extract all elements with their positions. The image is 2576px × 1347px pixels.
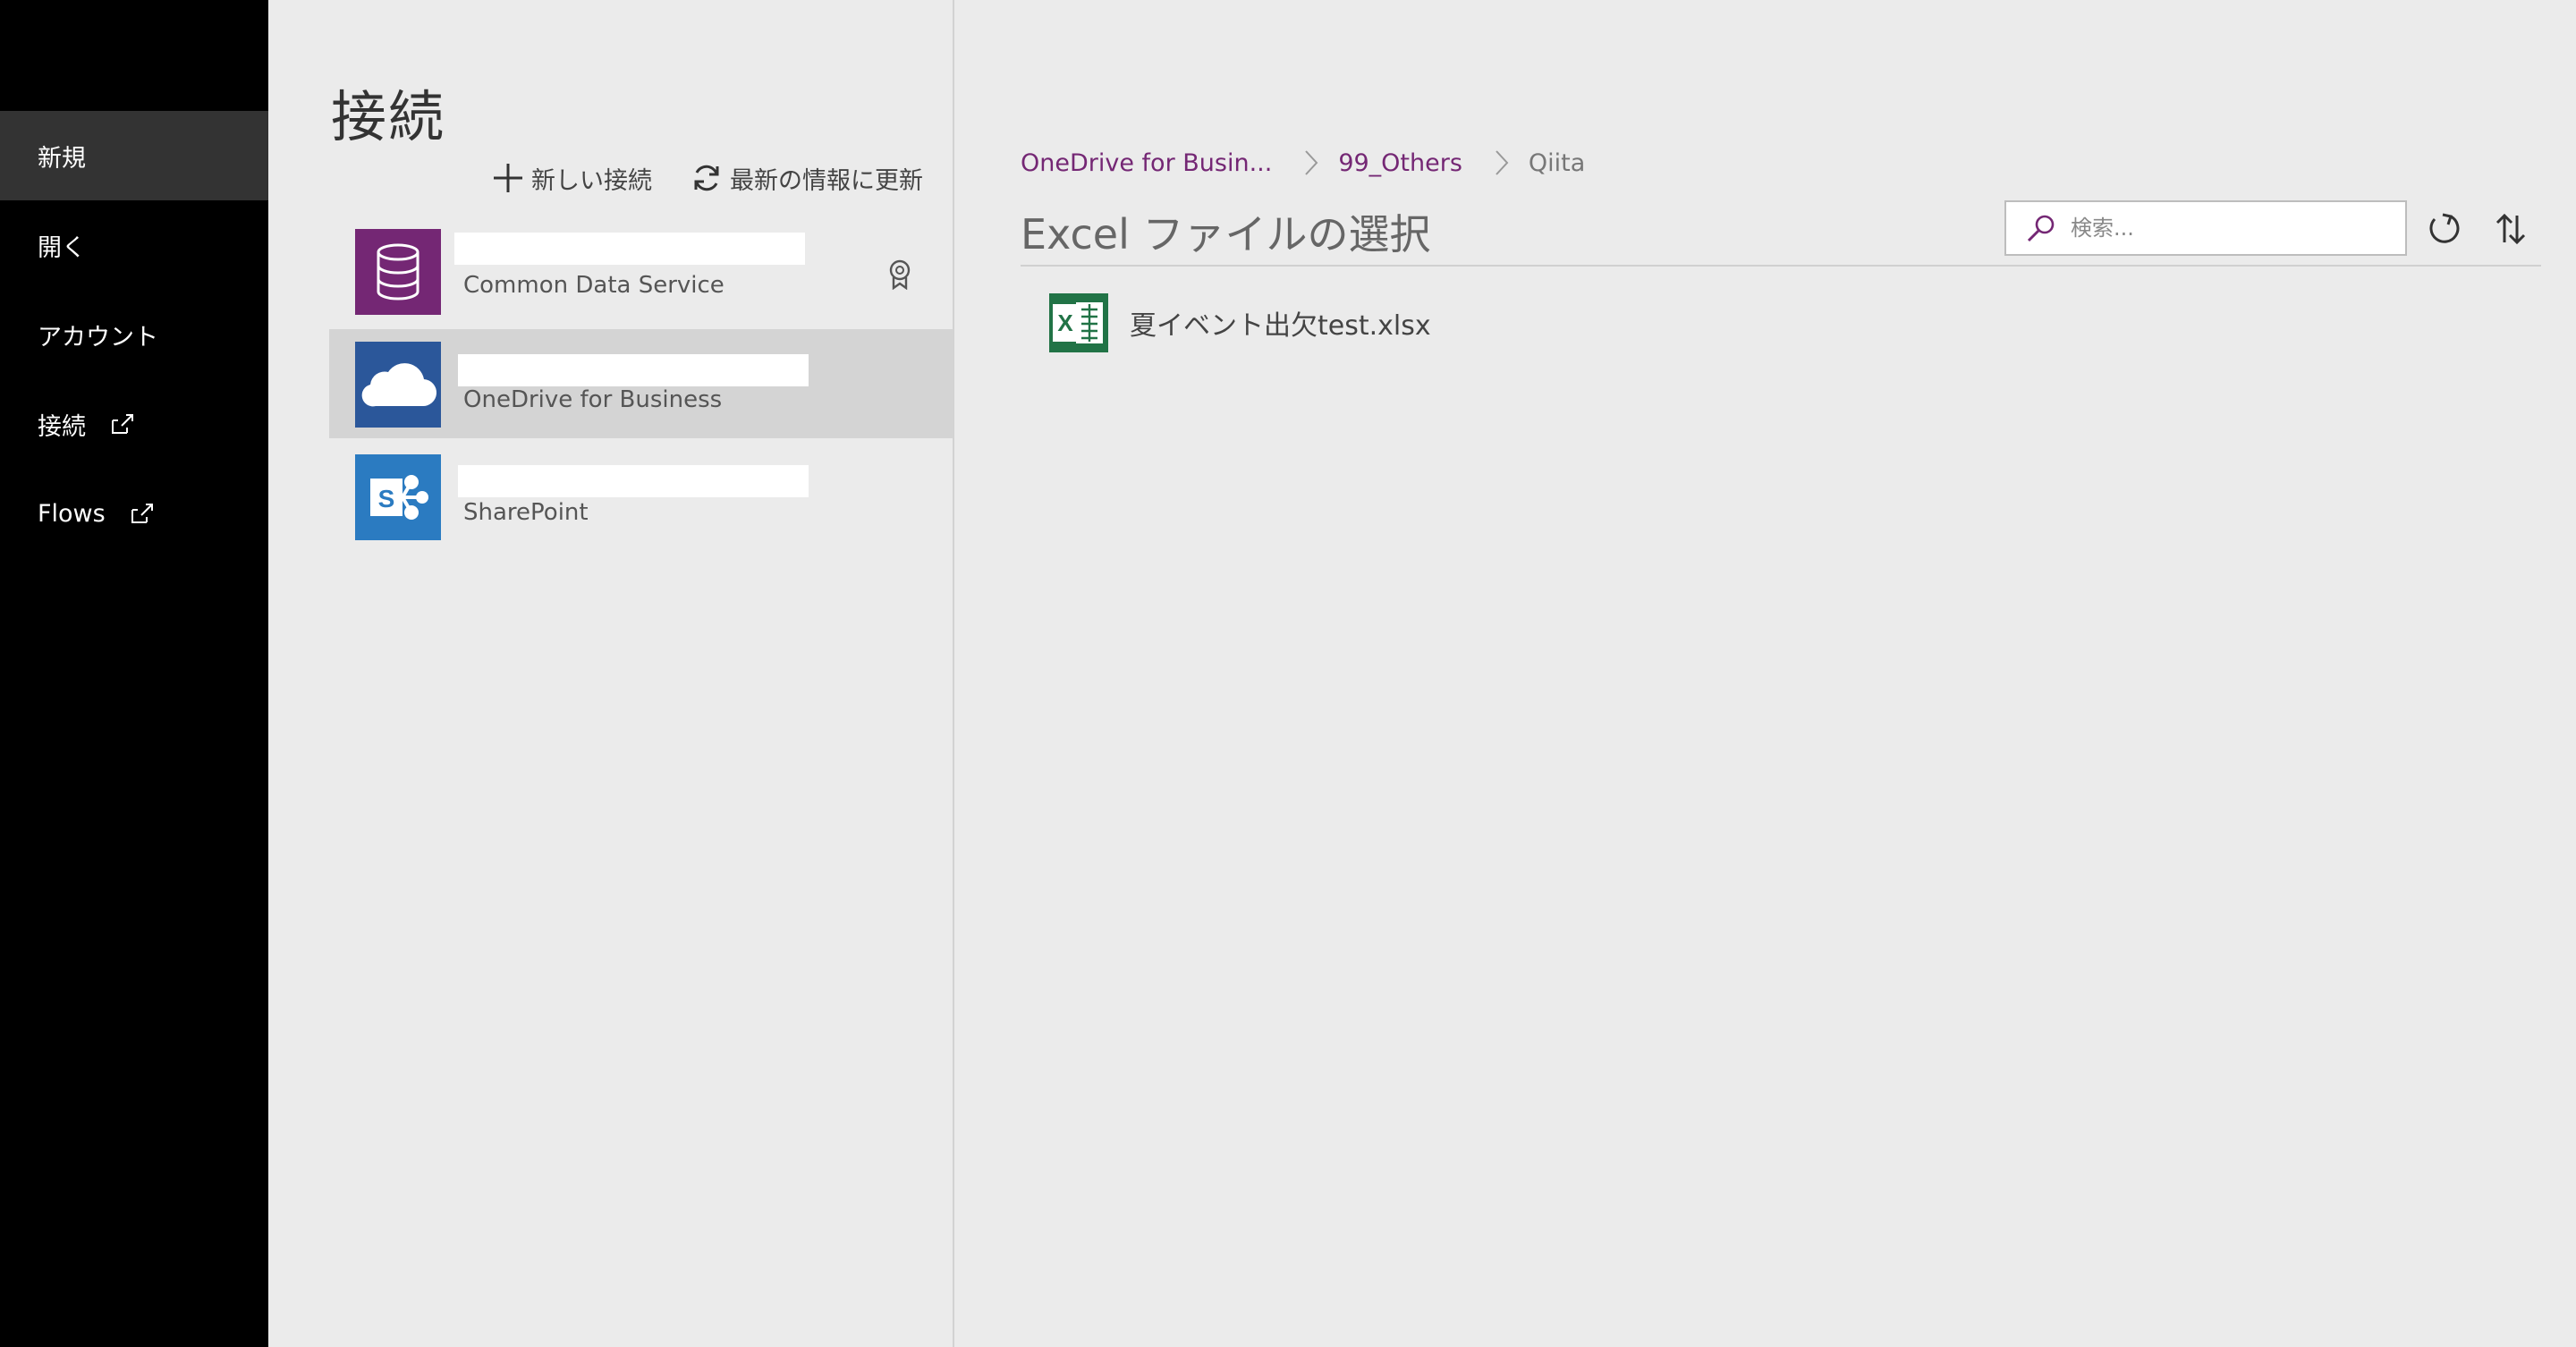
redacted-account [458, 354, 809, 386]
external-link-icon [131, 503, 156, 524]
nav-item-new[interactable]: 新規 [0, 111, 268, 200]
search-icon [2027, 215, 2055, 242]
new-connection-label: 新しい接続 [531, 166, 652, 195]
file-picker-panel: OneDrive for Busin... 99_Others Qiita Ex… [954, 0, 2576, 1347]
reload-button[interactable] [2425, 209, 2464, 249]
nav-item-label: アカウント [38, 323, 158, 352]
connections-title: 接続 [331, 84, 446, 149]
search-input[interactable] [2069, 215, 2394, 241]
breadcrumb: OneDrive for Busin... 99_Others Qiita [1021, 147, 1585, 179]
nav-item-label: Flows [38, 499, 106, 528]
redacted-account [458, 465, 809, 497]
left-nav: 新規 開く アカウント 接続 Flows [0, 0, 268, 1347]
premium-badge-icon [888, 259, 911, 293]
refresh-button[interactable]: 最新の情報に更新 [691, 157, 923, 199]
connections-panel: 接続 新しい接続 最新の情報に更新 Common Data Service On… [268, 0, 954, 1347]
sort-button[interactable] [2491, 209, 2530, 249]
excel-file-icon: X [1049, 293, 1108, 352]
file-name: 夏イベント出欠test.xlsx [1130, 310, 1431, 342]
chevron-right-icon [1304, 149, 1318, 176]
refresh-icon [694, 165, 719, 191]
reload-icon [2429, 213, 2460, 243]
cloud-icon [355, 342, 441, 428]
connection-name: Common Data Service [463, 272, 724, 299]
connection-item-sharepoint[interactable]: S SharePoint [329, 438, 953, 547]
nav-item-flows[interactable]: Flows [0, 469, 268, 558]
redacted-account [454, 233, 805, 265]
sort-icon [2496, 213, 2526, 245]
nav-item-connections[interactable]: 接続 [0, 379, 268, 469]
nav-item-label: 接続 [38, 412, 86, 441]
connection-item-common-data-service[interactable]: Common Data Service [329, 213, 953, 322]
nav-item-open[interactable]: 開く [0, 200, 268, 290]
file-item[interactable]: X 夏イベント出欠test.xlsx [1049, 292, 1431, 354]
nav-item-label: 開く [38, 233, 86, 262]
nav-item-account[interactable]: アカウント [0, 290, 268, 379]
breadcrumb-item[interactable]: 99_Others [1338, 149, 1462, 177]
connection-item-onedrive-for-business[interactable]: OneDrive for Business [329, 329, 953, 438]
plus-icon [494, 164, 522, 192]
breadcrumb-item[interactable]: OneDrive for Busin... [1021, 149, 1272, 177]
picker-title: Excel ファイルの選択 [1021, 210, 1431, 258]
new-connection-button[interactable]: 新しい接続 [492, 157, 652, 199]
connection-name: SharePoint [463, 499, 589, 526]
title-divider [1021, 265, 2541, 267]
search-box[interactable] [2004, 200, 2407, 256]
chevron-right-icon [1495, 149, 1509, 176]
svg-text:X: X [1057, 309, 1073, 336]
nav-item-label: 新規 [38, 144, 86, 173]
sharepoint-icon: S [355, 454, 441, 540]
refresh-label: 最新の情報に更新 [730, 166, 923, 195]
breadcrumb-current: Qiita [1528, 148, 1586, 177]
database-icon [355, 229, 441, 315]
svg-text:S: S [378, 485, 395, 513]
external-link-icon [111, 413, 136, 435]
connection-name: OneDrive for Business [463, 386, 723, 413]
